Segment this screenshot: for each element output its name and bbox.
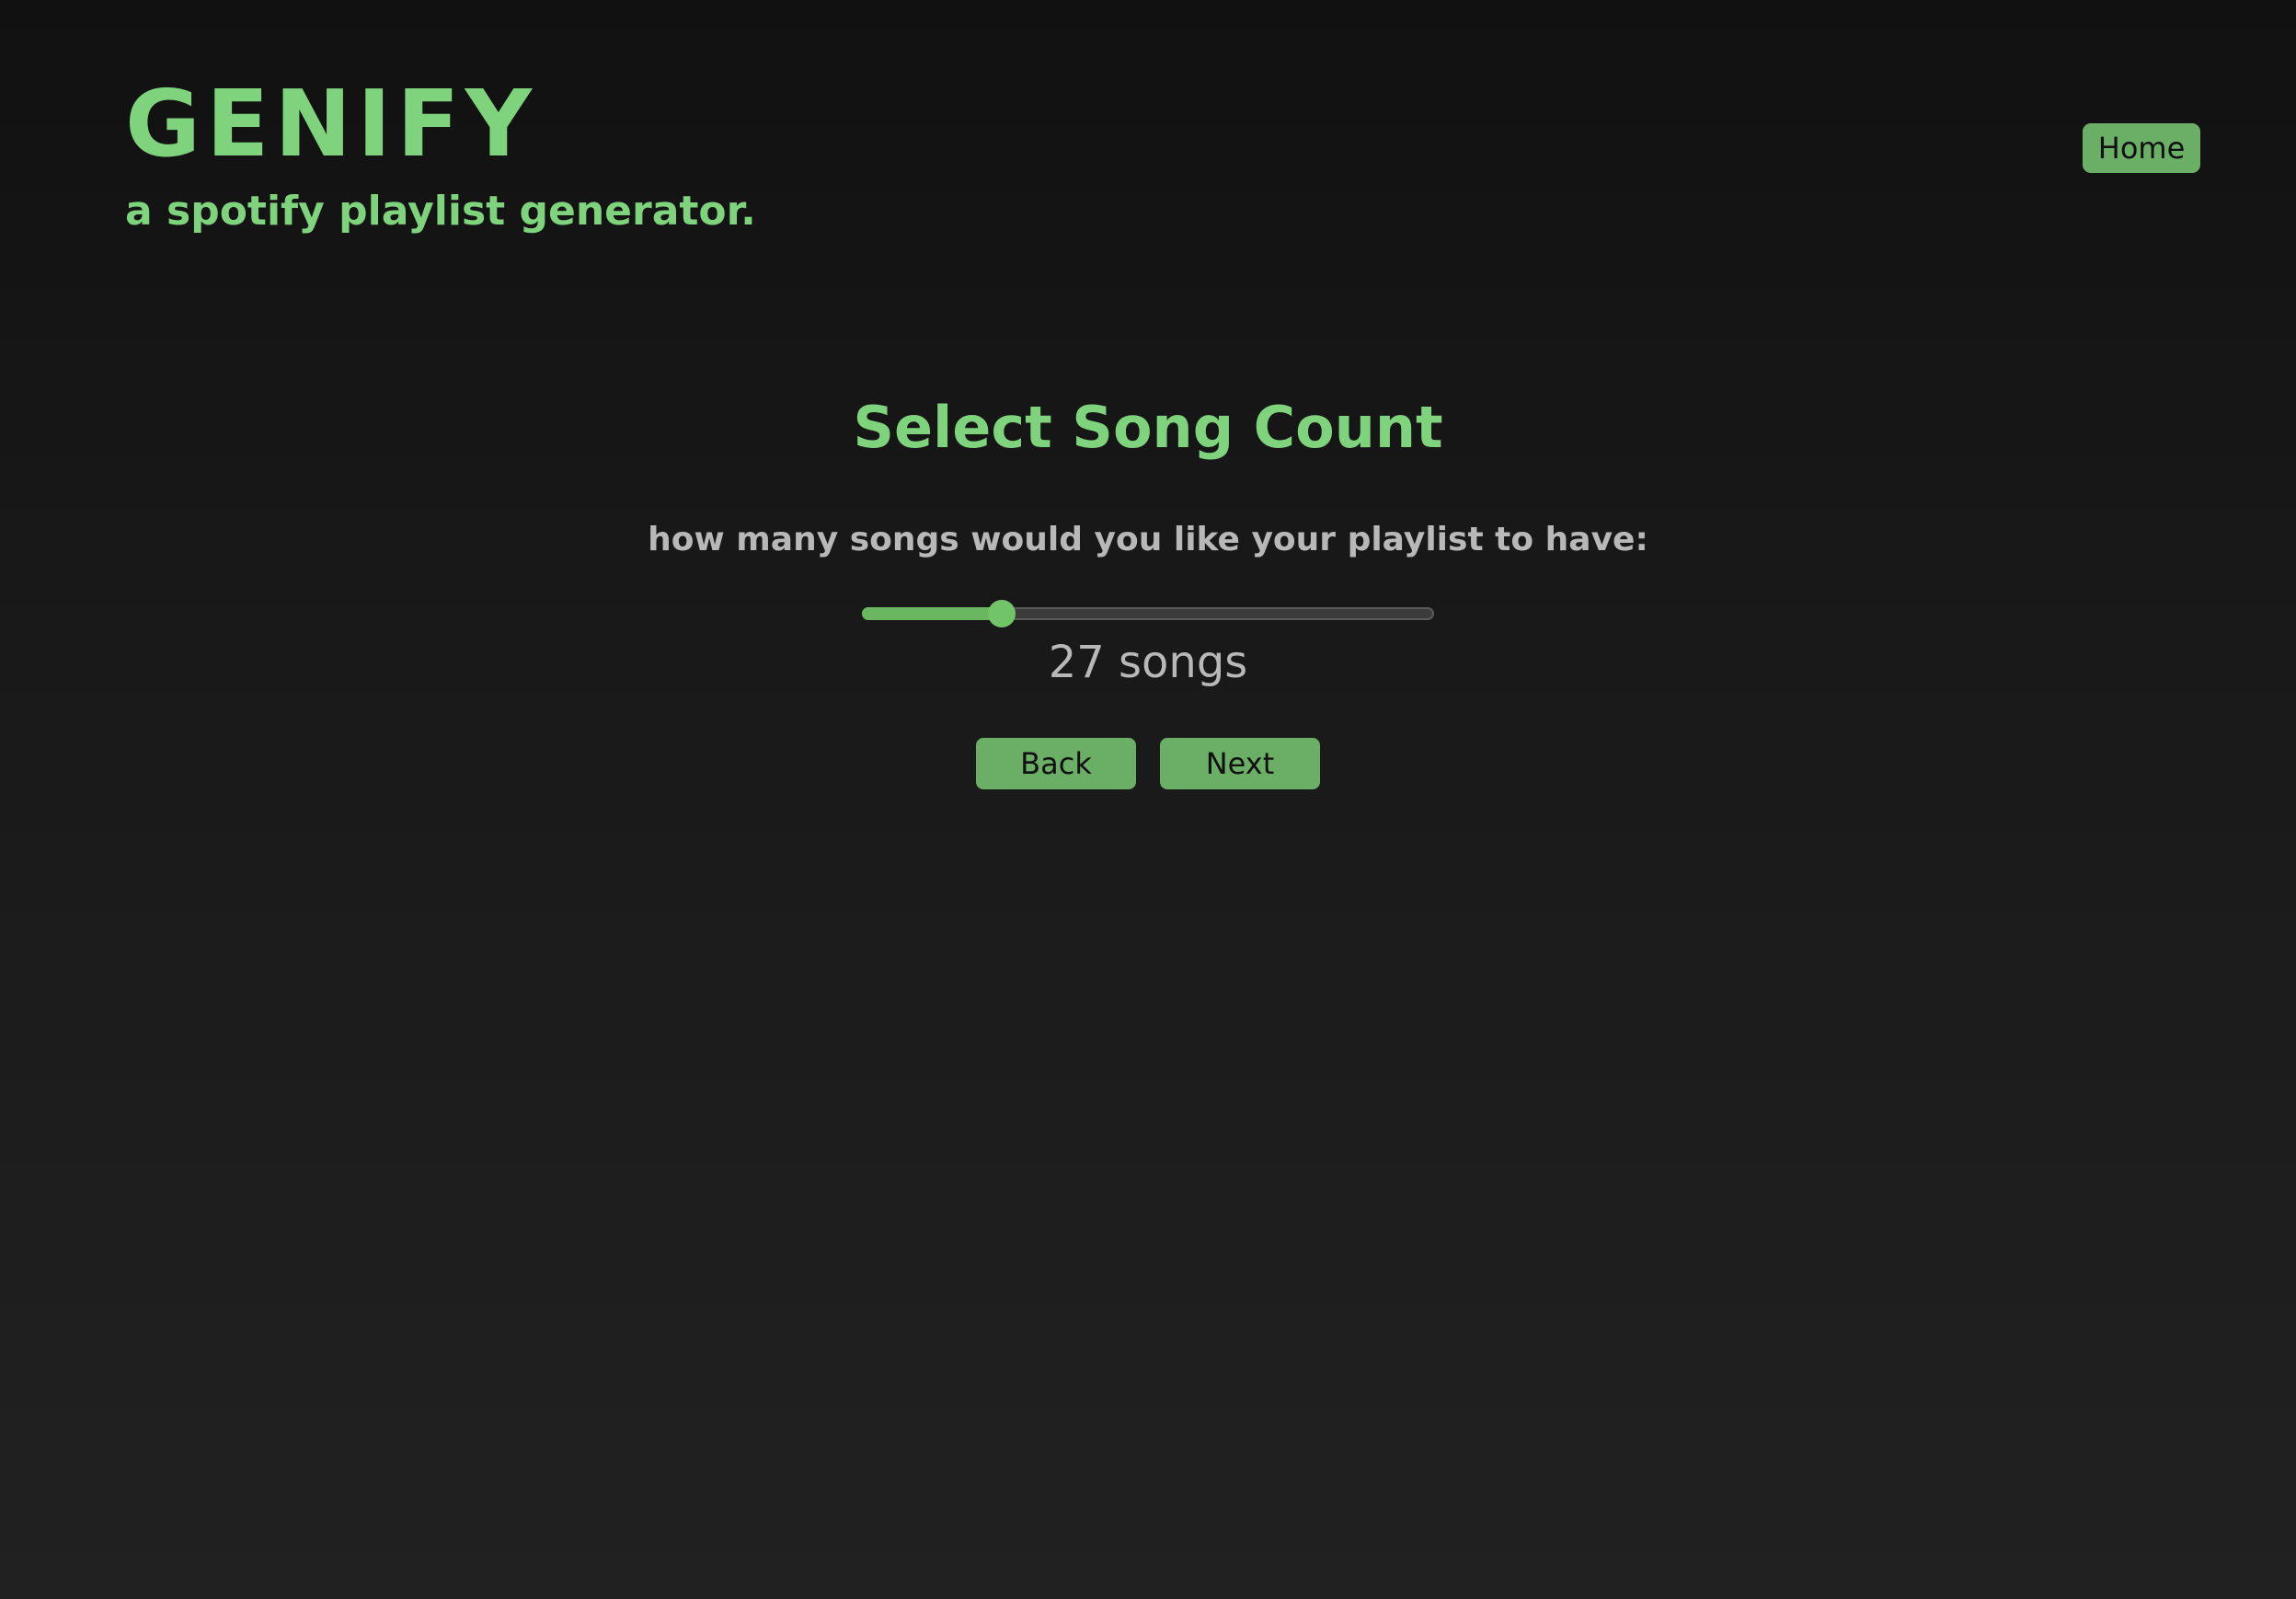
main-content: Select Song Count how many songs would y… [0,386,2296,789]
next-button[interactable]: Next [1160,738,1320,789]
song-count-prompt: how many songs would you like your playl… [648,521,1648,558]
song-count-slider[interactable] [862,600,1434,627]
slider-thumb[interactable] [988,600,1016,627]
song-count-readout: 27 songs [1048,637,1248,688]
app-subtitle: a spotify playlist generator. [125,188,756,235]
home-button[interactable]: Home [2083,123,2200,173]
app-title: GENIFY [125,70,538,178]
back-button[interactable]: Back [976,738,1136,789]
brand: GENIFY a spotify playlist generator. [125,74,756,239]
navigation-buttons: Back Next [0,738,2296,789]
slider-fill [862,607,1002,620]
page-title: Select Song Count [853,394,1443,461]
